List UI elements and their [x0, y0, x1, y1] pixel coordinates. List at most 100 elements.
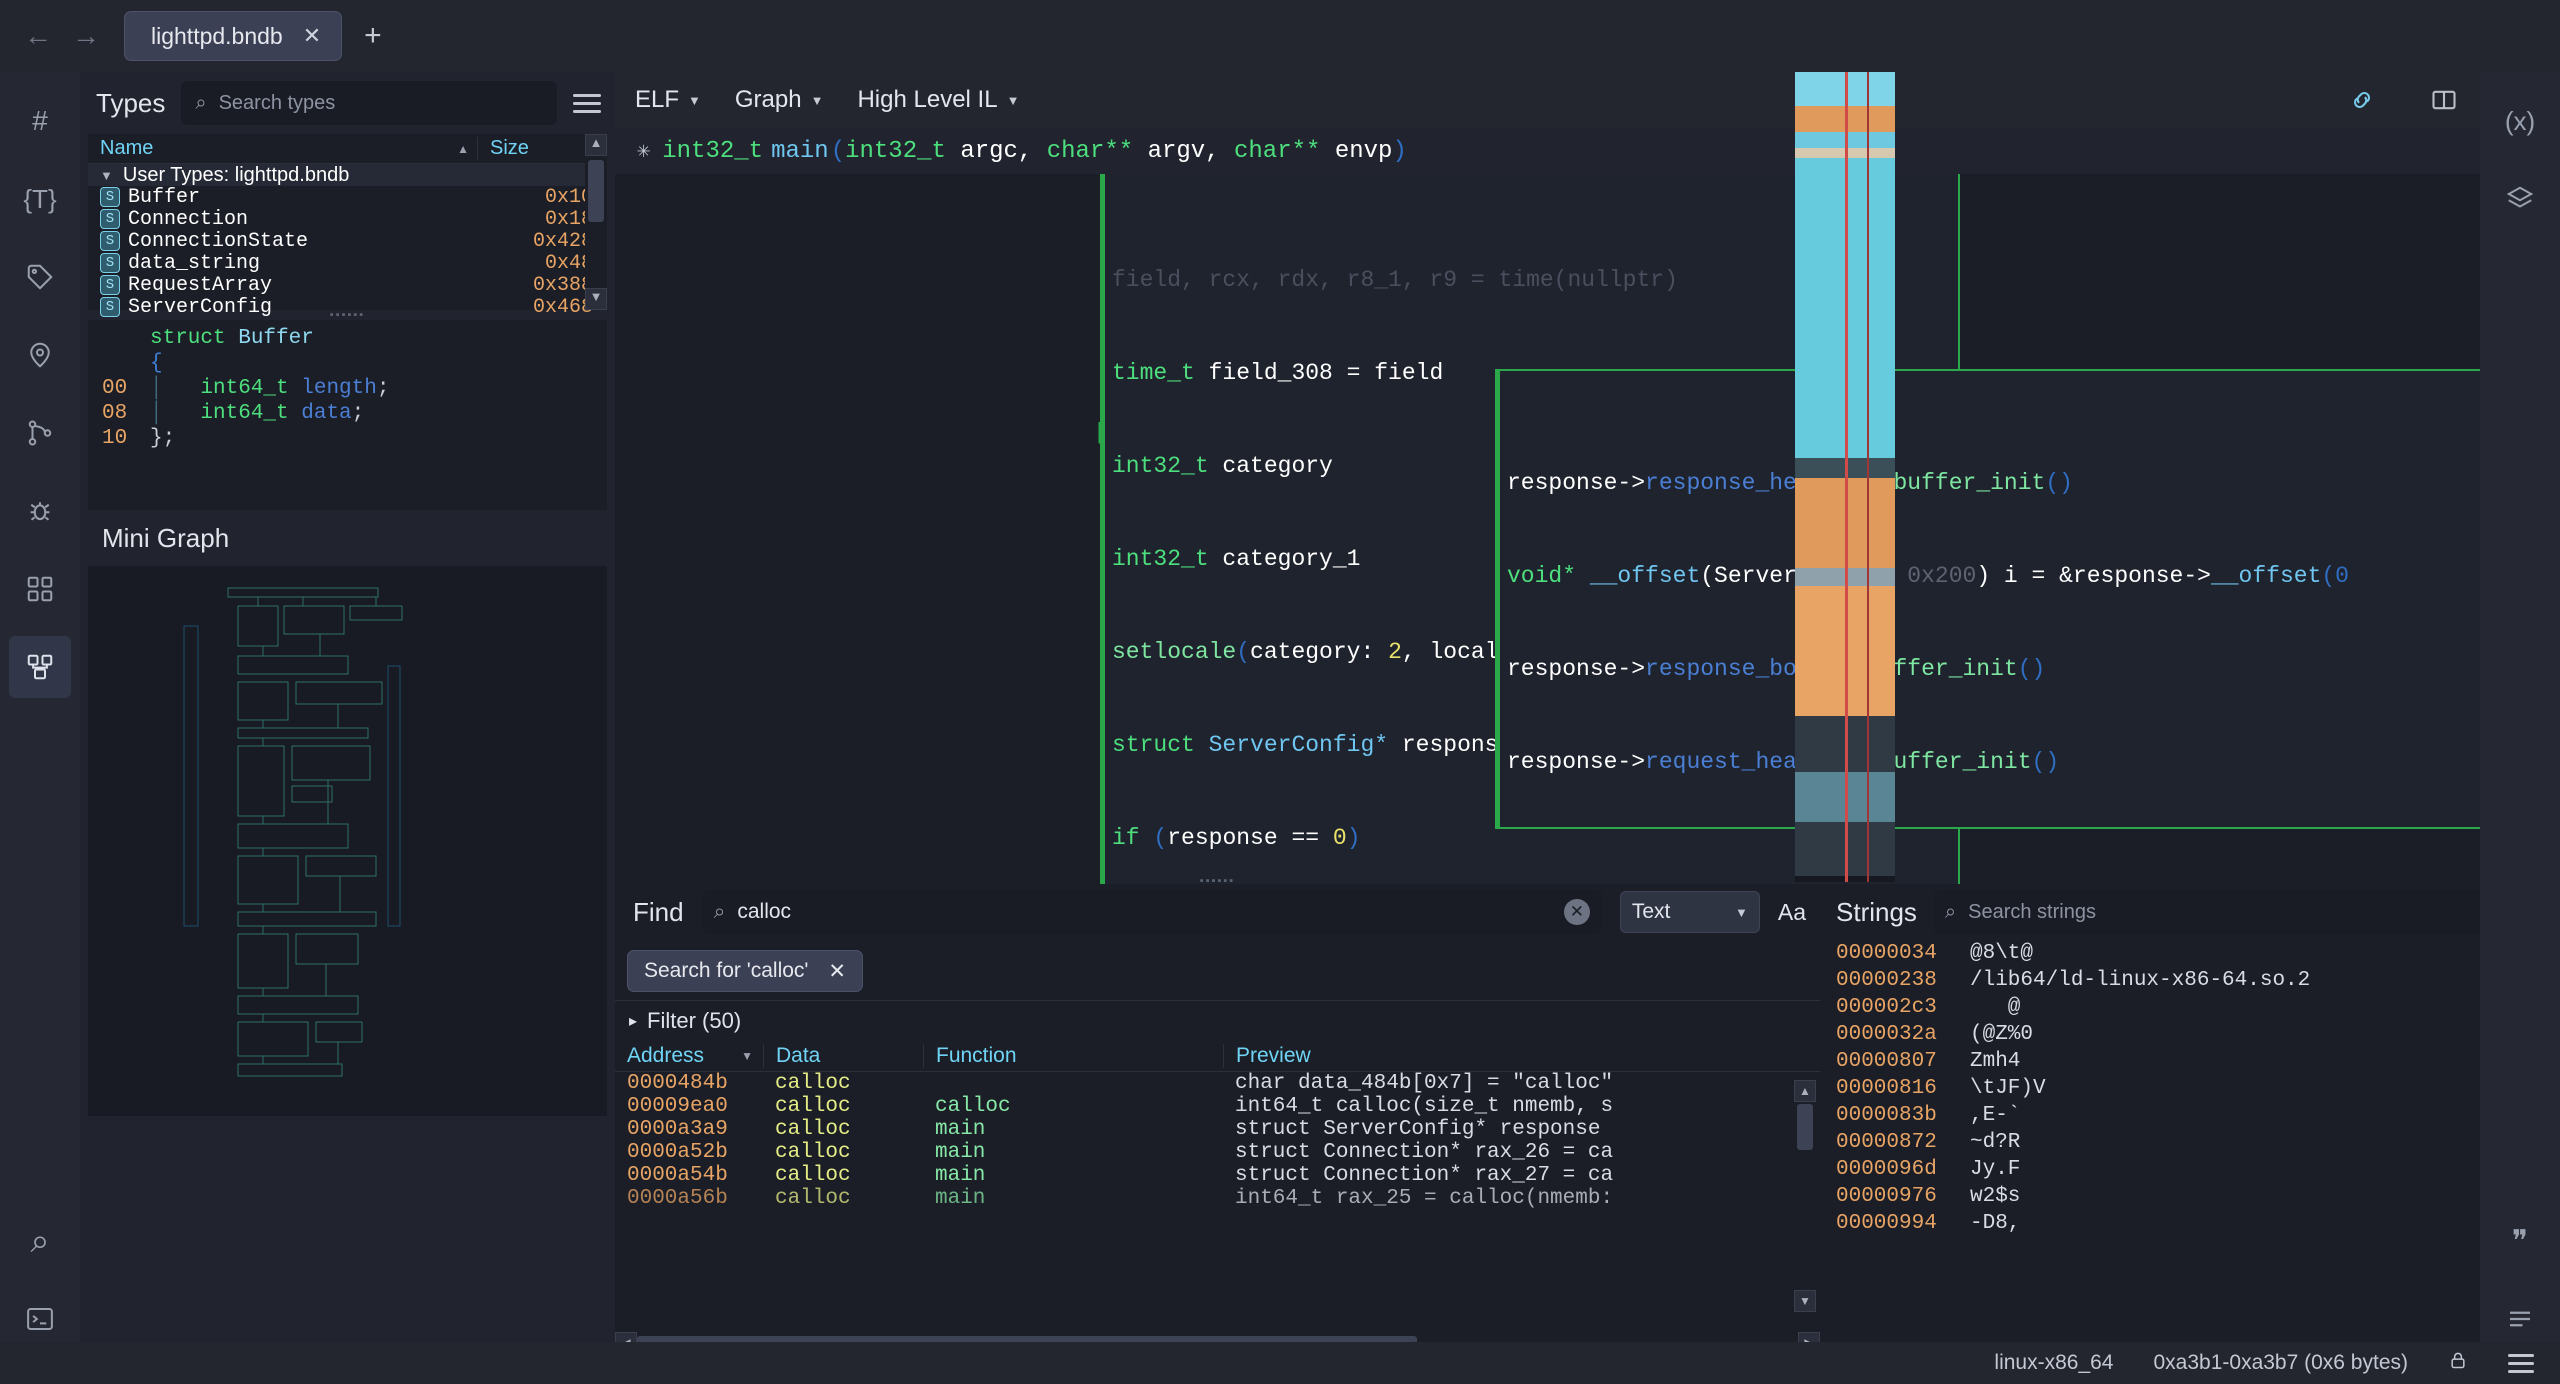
location-icon[interactable] [9, 324, 71, 386]
find-vertical-scrollbar[interactable]: ▲ ▼ [1794, 1080, 1816, 1312]
split-pane-icon[interactable] [2430, 86, 2458, 114]
list-item[interactable]: 00000034@8\t@ [1820, 940, 2560, 967]
match-case-toggle[interactable]: Aa [1778, 899, 1806, 926]
search-icon[interactable]: ⌕ [9, 1210, 71, 1272]
lock-icon[interactable] [2448, 1349, 2468, 1377]
close-icon[interactable]: ✕ [303, 23, 321, 49]
list-item[interactable]: 00000976w2$s [1820, 1183, 2560, 1210]
chevron-down-icon: ▼ [688, 93, 701, 108]
table-row[interactable]: 0000a3a9 calloc main struct ServerConfig… [615, 1118, 1820, 1141]
stack-icon[interactable] [9, 636, 71, 698]
tag-icon[interactable] [9, 246, 71, 308]
results-table-header: Address ▼ Data Function Preview [615, 1040, 1820, 1072]
back-button[interactable]: ← [14, 12, 62, 60]
chevron-down-icon[interactable]: ▼ [100, 168, 113, 183]
main-toolbar: ELF ▼ Graph ▼ High Level IL ▼ [615, 72, 2560, 128]
search-chip[interactable]: Search for 'calloc' ✕ [627, 950, 863, 992]
string-value: Jy.F [1970, 1158, 2020, 1181]
list-item[interactable]: 0000032a(@Z%0 [1820, 1021, 2560, 1048]
list-item[interactable]: 00000807Zmh4 [1820, 1048, 2560, 1075]
search-strings-input[interactable]: ⌕ Search strings [1933, 890, 2504, 934]
new-tab-button[interactable]: + [364, 19, 382, 53]
terminal-icon[interactable] [9, 1288, 71, 1350]
scroll-down-icon[interactable]: ▼ [585, 288, 607, 310]
list-item[interactable]: 0000096dJy.F [1820, 1156, 2560, 1183]
struct-member-row[interactable]: 00 │ int64_t length; [88, 376, 607, 401]
types-icon[interactable]: {T} [9, 168, 71, 230]
column-header-name[interactable]: Name ▲ [88, 137, 477, 160]
code-line[interactable]: response->request_header = buffer_init() [1507, 747, 2560, 778]
list-item[interactable]: 00000994-D8, [1820, 1210, 2560, 1237]
column-header-data[interactable]: Data [763, 1044, 923, 1068]
list-item[interactable]: 00000816\tJF)V [1820, 1075, 2560, 1102]
table-row[interactable]: 0000484b calloc char data_484b[0x7] = "c… [615, 1072, 1820, 1095]
view-mode-dropdown[interactable]: Graph ▼ [735, 86, 824, 114]
filter-row[interactable]: ▸ Filter (50) [615, 1000, 1820, 1040]
list-item[interactable]: 00000872~d?R [1820, 1129, 2560, 1156]
tab-lighttpd-bndb[interactable]: lighttpd.bndb ✕ [124, 11, 342, 61]
results-list: 0000484b calloc char data_484b[0x7] = "c… [615, 1072, 1820, 1210]
types-group-row[interactable]: ▼User Types: lighttpd.bndb [88, 164, 607, 186]
scroll-up-icon[interactable]: ▲ [585, 134, 607, 156]
bug-icon[interactable] [9, 480, 71, 542]
graph-block-init[interactable]: response->response_header = buffer_init(… [1495, 369, 2560, 829]
hash-icon[interactable]: # [9, 90, 71, 152]
column-header-function[interactable]: Function [923, 1044, 1223, 1068]
hamburger-icon[interactable] [573, 94, 601, 113]
il-level-dropdown[interactable]: High Level IL ▼ [857, 86, 1019, 114]
string-value: @8\t@ [1970, 942, 2033, 965]
close-icon[interactable]: ✕ [828, 959, 846, 984]
search-types-input[interactable]: ⌕ Search types [181, 81, 557, 125]
list-item[interactable]: 00000238/lib64/ld-linux-x86-64.so.2 [1820, 967, 2560, 994]
find-type-selector[interactable]: Text ▼ [1620, 891, 1760, 933]
graph-view[interactable]: field, rcx, rdx, r8_1, r9 = time(nullptr… [615, 174, 2560, 954]
table-row[interactable]: Sdata_string 0x48 [88, 252, 607, 274]
find-search-input[interactable]: ⌕ calloc ✕ [702, 890, 1602, 934]
table-row[interactable]: SConnection 0x18 [88, 208, 607, 230]
layers-icon[interactable] [2489, 168, 2551, 230]
table-row[interactable]: SBuffer 0x10 [88, 186, 607, 208]
view-format-dropdown[interactable]: ELF ▼ [635, 86, 701, 114]
code-line[interactable]: void* __offset(ServerConfig, 0x200) i = … [1507, 561, 2560, 592]
function-name[interactable]: main [771, 138, 829, 165]
string-value: ~d?R [1970, 1131, 2020, 1154]
components-icon[interactable] [9, 558, 71, 620]
comments-icon[interactable]: ❞ [2489, 1210, 2551, 1272]
table-row[interactable]: SServerConfig 0x468 [88, 296, 607, 318]
struct-definition-view[interactable]: struct struct BufferBuffer { 00 │ int64_… [88, 320, 607, 510]
forward-button[interactable]: → [62, 12, 110, 60]
table-row[interactable]: SConnectionState 0x428 [88, 230, 607, 252]
column-header-address[interactable]: Address ▼ [615, 1044, 763, 1068]
binary-overview-strip[interactable] [1795, 72, 1895, 882]
scrollbar-thumb[interactable] [588, 160, 604, 222]
variable-icon[interactable]: (x) [2489, 90, 2551, 152]
sort-desc-icon: ▼ [741, 1049, 753, 1063]
scroll-up-icon[interactable]: ▲ [1794, 1080, 1816, 1102]
link-icon[interactable] [2348, 86, 2376, 114]
forward-icon: → [72, 22, 100, 50]
types-scrollbar[interactable]: ▲ ▼ [585, 134, 607, 310]
table-row[interactable]: 0000a54b calloc main struct Connection* … [615, 1164, 1820, 1187]
mini-graph[interactable] [88, 566, 607, 1116]
cell-address: 0000a54b [615, 1164, 763, 1187]
list-item[interactable]: 000002c3 @ [1820, 994, 2560, 1021]
scroll-down-icon[interactable]: ▼ [1794, 1290, 1816, 1312]
code-line[interactable]: response->response_header = buffer_init(… [1507, 468, 2560, 499]
column-header-preview[interactable]: Preview [1223, 1044, 1820, 1068]
table-row[interactable]: 0000a56b calloc main int64_t rax_25 = ca… [615, 1187, 1820, 1210]
scrollbar-thumb[interactable] [1797, 1104, 1813, 1150]
table-row[interactable]: SRequestArray 0x388 [88, 274, 607, 296]
list-item[interactable]: 0000083b,E-` [1820, 1102, 2560, 1129]
hamburger-icon[interactable] [2508, 1354, 2534, 1373]
mini-graph-header: Mini Graph [80, 510, 615, 566]
clear-icon[interactable]: ✕ [1564, 899, 1590, 925]
table-row[interactable]: 00009ea0 calloc calloc int64_t calloc(si… [615, 1095, 1820, 1118]
table-row[interactable]: 0000a52b calloc main struct Connection* … [615, 1141, 1820, 1164]
struct-icon: S [100, 187, 120, 207]
struct-member-row[interactable]: 08 │ int64_t data; [88, 401, 607, 426]
code-line[interactable]: response->response_body = buffer_init() [1507, 654, 2560, 685]
cell-function: main [923, 1187, 1223, 1210]
open-brace: { [150, 352, 163, 375]
log-icon[interactable] [2489, 1288, 2551, 1350]
branch-icon[interactable] [9, 402, 71, 464]
